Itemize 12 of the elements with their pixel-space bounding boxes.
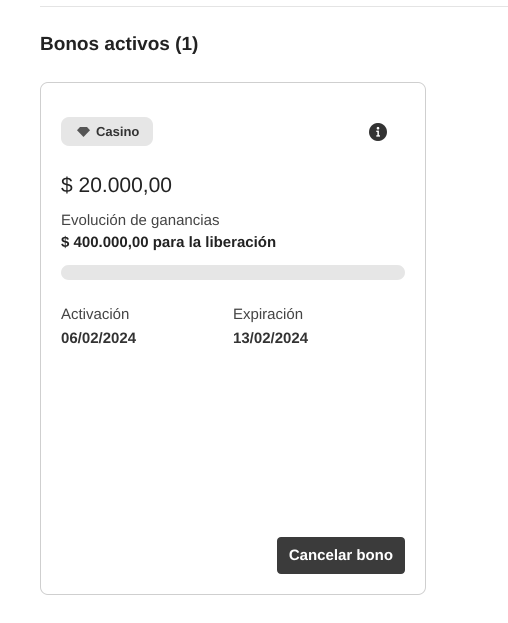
category-label: Casino	[96, 124, 140, 139]
cancel-button[interactable]: Cancelar bono	[276, 537, 405, 574]
bonus-amount: $ 20.000,00	[61, 174, 173, 198]
date-value: 13/02/2024	[233, 330, 310, 347]
date-value: 06/02/2024	[61, 330, 138, 347]
section-title: Bonos activos (1)	[40, 33, 200, 57]
release-amount: $ 400.000,00 para la liberación	[61, 234, 278, 251]
info-icon[interactable]	[369, 122, 387, 140]
progress-label: Evolución de ganancias	[61, 212, 220, 229]
date-label: Expiración	[233, 306, 304, 323]
date-label: Activación	[61, 306, 130, 323]
diamond-icon	[77, 126, 90, 136]
